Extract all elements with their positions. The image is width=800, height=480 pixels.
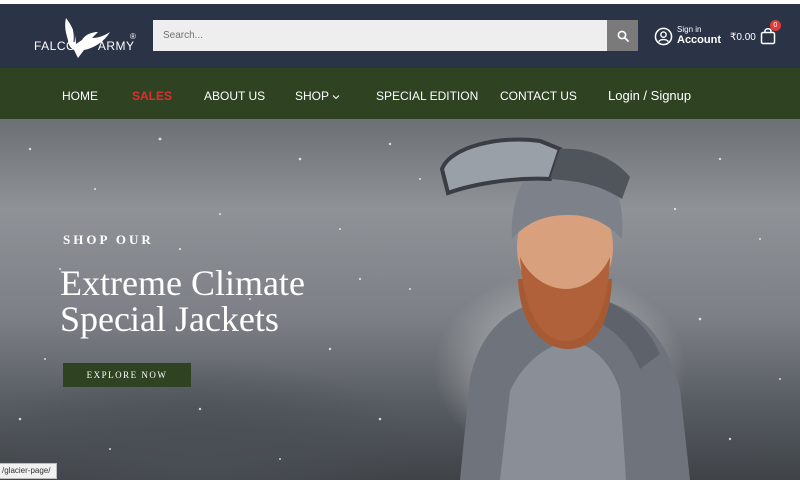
hero-banner: SHOP OUR Extreme Climate Special Jackets… xyxy=(0,119,800,480)
search-button[interactable] xyxy=(607,20,638,51)
account-signin-label: Sign in xyxy=(677,24,702,34)
main-nav: HOME SALES ABOUT US SHOP SPECIAL EDITION… xyxy=(0,68,800,119)
nav-item-shop[interactable]: SHOP xyxy=(295,68,340,119)
cart-button[interactable]: ₹0.00 0 xyxy=(730,20,781,50)
search-icon xyxy=(617,30,629,42)
search-input[interactable] xyxy=(153,20,607,51)
nav-item-about-us[interactable]: ABOUT US xyxy=(204,68,265,119)
cart-amount: ₹0.00 xyxy=(730,31,756,43)
chevron-down-icon xyxy=(332,95,340,100)
hero-title-line-2: Special Jackets xyxy=(60,299,279,339)
nav-item-home[interactable]: HOME xyxy=(62,68,98,119)
model-in-jacket-image xyxy=(440,137,690,480)
nav-item-sales[interactable]: SALES xyxy=(132,68,172,119)
cart-count-badge: 0 xyxy=(769,20,781,31)
hero-subtitle: SHOP OUR xyxy=(63,232,154,247)
site-header: FALCO ARMY ® Sign in Account ₹0.00 0 xyxy=(0,4,800,68)
logo-text-left: FALCO xyxy=(34,39,76,53)
account-link[interactable]: Sign in Account xyxy=(654,22,721,50)
logo-text-right: ARMY xyxy=(97,39,135,53)
hero-title-line-1: Extreme Climate xyxy=(60,263,305,303)
site-logo[interactable]: FALCO ARMY ® xyxy=(28,14,140,60)
hero-title: Extreme Climate Special Jackets xyxy=(60,265,305,337)
account-label: Account xyxy=(677,34,721,47)
explore-now-button[interactable]: EXPLORE NOW xyxy=(63,363,191,387)
nav-item-contact-us[interactable]: CONTACT US xyxy=(500,68,577,119)
nav-item-shop-label: SHOP xyxy=(295,89,329,103)
nav-item-special-edition[interactable]: SPECIAL EDITION xyxy=(376,68,478,119)
status-bar-url: /glacier-page/ xyxy=(0,463,58,479)
nav-item-login-signup[interactable]: Login / Signup xyxy=(608,68,691,119)
registered-mark: ® xyxy=(130,32,136,41)
logo-wordmark: FALCO ARMY xyxy=(34,39,135,53)
falcon-icon xyxy=(65,18,110,58)
user-circle-icon xyxy=(654,27,673,45)
